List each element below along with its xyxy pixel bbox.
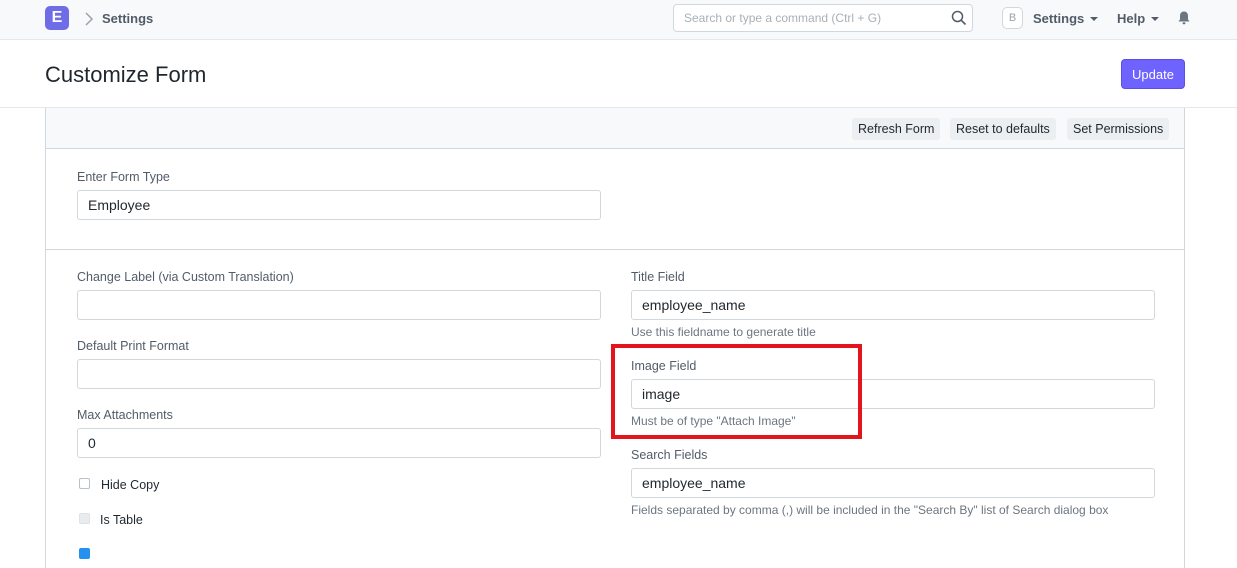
title-field-help: Use this fieldname to generate title xyxy=(631,325,816,339)
change-label-label: Change Label (via Custom Translation) xyxy=(77,270,294,284)
set-permissions-button[interactable]: Set Permissions xyxy=(1067,118,1170,140)
help-dropdown[interactable]: Help xyxy=(1117,11,1160,26)
settings-dropdown-label: Settings xyxy=(1033,11,1085,26)
is-table-checkbox xyxy=(79,513,90,524)
form-type-label: Enter Form Type xyxy=(77,170,170,184)
search-fields-input[interactable] xyxy=(631,468,1155,498)
reset-to-defaults-button[interactable]: Reset to defaults xyxy=(950,118,1056,140)
default-print-format-label: Default Print Format xyxy=(77,339,189,353)
is-table-label: Is Table xyxy=(100,513,143,527)
hide-copy-label: Hide Copy xyxy=(101,478,160,492)
user-avatar[interactable]: B xyxy=(1002,7,1023,29)
refresh-form-button[interactable]: Refresh Form xyxy=(852,118,941,140)
title-field-input[interactable] xyxy=(631,290,1155,320)
search-fields-help: Fields separated by comma (,) will be in… xyxy=(631,503,1109,517)
form-type-input[interactable] xyxy=(77,190,601,220)
update-button[interactable]: Update xyxy=(1121,59,1185,89)
default-print-format-input[interactable] xyxy=(77,359,601,389)
hide-copy-checkbox[interactable] xyxy=(79,478,90,489)
search-fields-label: Search Fields xyxy=(631,448,708,462)
bell-icon[interactable] xyxy=(1177,10,1191,26)
top-navbar: E Settings B Settings Help xyxy=(0,0,1237,40)
caret-down-icon xyxy=(1151,16,1160,21)
chevron-right-icon xyxy=(85,12,94,26)
page-header: Customize Form Update xyxy=(0,40,1237,108)
customize-form-card: Refresh Form Reset to defaults Set Permi… xyxy=(45,108,1185,568)
max-attachments-input[interactable] xyxy=(77,428,601,458)
partial-checkbox[interactable] xyxy=(79,548,90,559)
breadcrumb-settings[interactable]: Settings xyxy=(102,11,153,26)
form-toolbar: Refresh Form Reset to defaults Set Permi… xyxy=(46,108,1184,149)
search-icon[interactable] xyxy=(951,10,967,26)
caret-down-icon xyxy=(1090,16,1099,21)
settings-dropdown[interactable]: Settings xyxy=(1033,11,1099,26)
page-title: Customize Form xyxy=(45,62,207,87)
title-field-label: Title Field xyxy=(631,270,685,284)
max-attachments-label: Max Attachments xyxy=(77,408,173,422)
help-dropdown-label: Help xyxy=(1117,11,1146,26)
app-logo[interactable]: E xyxy=(45,6,69,30)
image-field-highlight-box xyxy=(611,344,862,439)
section-divider xyxy=(46,249,1184,250)
search-input[interactable] xyxy=(674,5,944,31)
change-label-input[interactable] xyxy=(77,290,601,320)
search-bar[interactable] xyxy=(673,4,973,32)
